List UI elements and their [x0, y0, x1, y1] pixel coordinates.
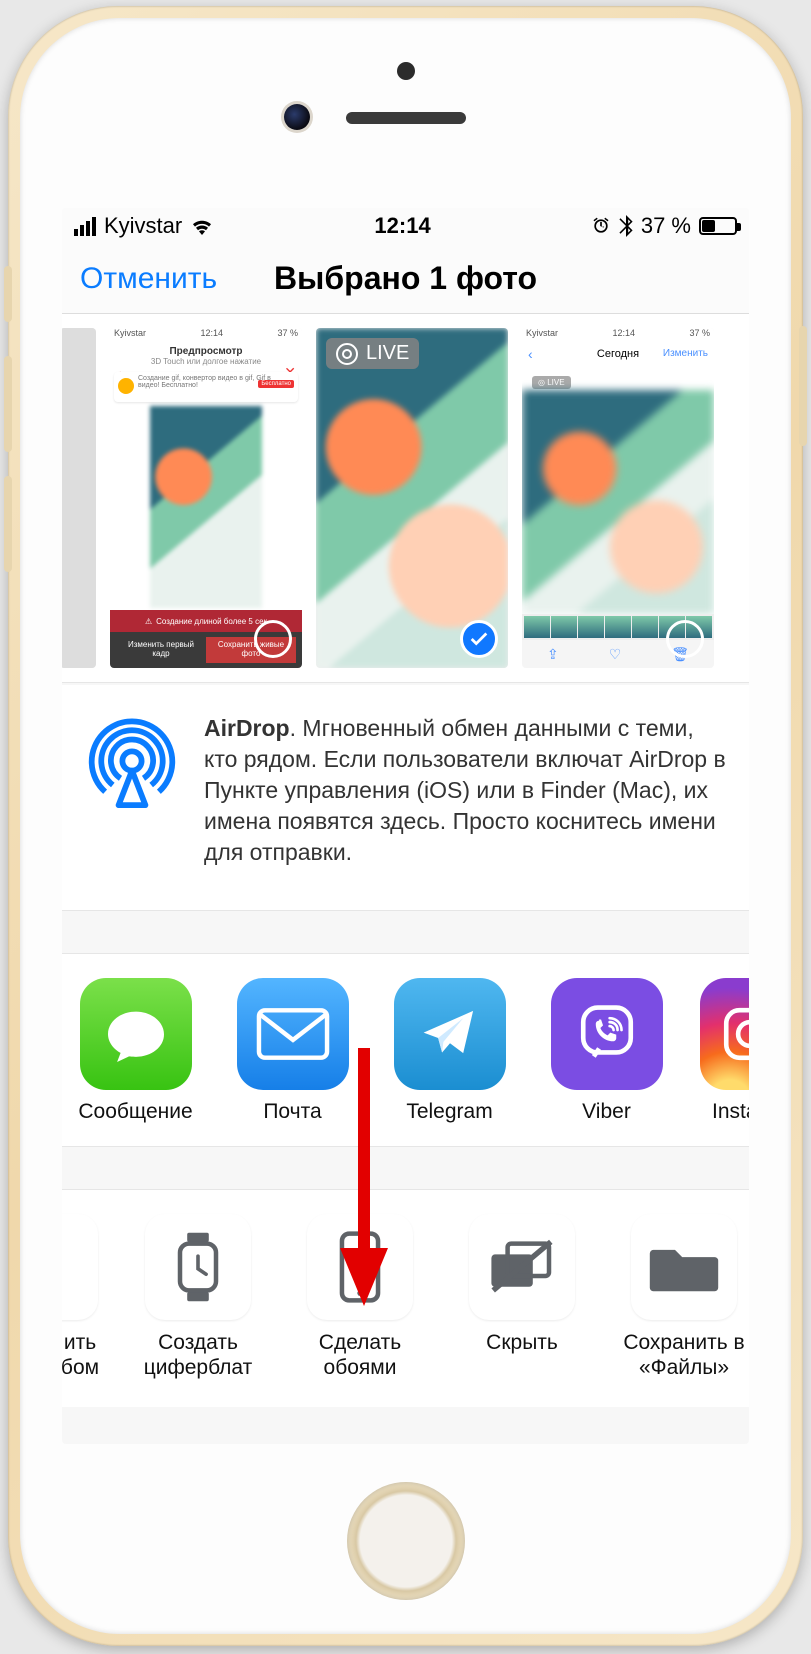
action-partial-left[interactable]: итьбом	[62, 1214, 106, 1380]
share-apps-row[interactable]: Сообщение Почта Telegram	[62, 953, 749, 1147]
app-label: Instagra	[700, 1100, 749, 1124]
mute-switch	[4, 266, 12, 322]
live-photo-badge: LIVE	[326, 338, 419, 369]
messages-icon	[80, 978, 192, 1090]
home-button[interactable]	[347, 1482, 465, 1600]
live-photo-icon	[336, 343, 358, 365]
mail-icon	[237, 978, 349, 1090]
action-label: Сделатьобоями	[290, 1330, 430, 1380]
photo-thumb-2-selected[interactable]: LIVE	[316, 328, 508, 668]
watch-icon	[145, 1214, 251, 1320]
share-app-telegram[interactable]: Telegram	[386, 978, 513, 1124]
status-bar: Kyivstar 12:14 37 %	[62, 208, 749, 244]
mini-live-badge: ◎ LIVE	[532, 376, 571, 389]
selection-circle-checked[interactable]	[460, 620, 498, 658]
power-button	[799, 326, 807, 446]
cell-signal-icon	[74, 217, 96, 236]
airdrop-icon	[84, 713, 180, 809]
phone-frame: Kyivstar 12:14 37 %	[8, 6, 803, 1646]
photo-thumb-partial[interactable]	[62, 328, 96, 668]
app-label: Сообщение	[72, 1100, 199, 1124]
action-label: итьбом	[62, 1330, 106, 1380]
instagram-icon	[700, 978, 749, 1090]
selection-circle[interactable]	[666, 620, 704, 658]
mini-carrier: Kyivstar	[114, 328, 146, 344]
action-label: Сохранить в«Файлы»	[614, 1330, 749, 1380]
photo-thumbnails-row[interactable]: Kyivstar 12:14 37 % Предпросмотр 3D Touc…	[62, 314, 749, 683]
cancel-button[interactable]: Отменить	[80, 262, 217, 296]
share-app-instagram[interactable]: Instagra	[700, 978, 749, 1124]
phone-bezel: Kyivstar 12:14 37 %	[20, 18, 791, 1634]
hide-icon	[469, 1214, 575, 1320]
mini-share-icon: ⇪	[547, 646, 559, 663]
share-app-messages[interactable]: Сообщение	[72, 978, 199, 1124]
mini-time: 12:14	[200, 328, 223, 344]
carrier-label: Kyivstar	[104, 213, 182, 239]
proximity-sensor	[397, 62, 415, 80]
photo-thumb-3[interactable]: Kyivstar 12:14 37 % ‹ Сегодня Изменить ◎…	[522, 328, 714, 668]
airdrop-section: AirDrop. Мгновенный обмен данными с теми…	[62, 685, 749, 911]
volume-up-button	[4, 356, 12, 452]
front-camera	[284, 104, 310, 130]
photo-thumb-1[interactable]: Kyivstar 12:14 37 % Предпросмотр 3D Touc…	[110, 328, 302, 668]
app-label: Viber	[543, 1100, 670, 1124]
actions-row[interactable]: итьбом Создатьциферблат Сд	[62, 1189, 749, 1406]
earpiece-speaker	[346, 112, 466, 124]
action-hide[interactable]: Скрыть	[452, 1214, 592, 1380]
viber-icon	[551, 978, 663, 1090]
share-app-viber[interactable]: Viber	[543, 978, 670, 1124]
share-app-mail[interactable]: Почта	[229, 978, 356, 1124]
mini-battery: 37 %	[277, 328, 298, 344]
mini-preview-sub: 3D Touch или долгое нажатие	[110, 357, 302, 366]
mini-edit-button: Изменить	[663, 348, 708, 359]
wifi-icon	[190, 217, 214, 235]
mini-heart-icon: ♡	[609, 646, 622, 663]
nav-bar: Отменить Выбрано 1 фото	[62, 244, 749, 314]
action-set-wallpaper[interactable]: Сделатьобоями	[290, 1214, 430, 1380]
airdrop-description: AirDrop. Мгновенный обмен данными с теми…	[204, 713, 727, 868]
mini-preview-title: Предпросмотр	[110, 346, 302, 357]
clock-label: 12:14	[374, 213, 430, 239]
battery-percent: 37 %	[641, 213, 691, 239]
action-label: Создатьциферблат	[128, 1330, 268, 1380]
app-label: Почта	[229, 1100, 356, 1124]
app-label: Telegram	[386, 1100, 513, 1124]
folder-icon	[631, 1214, 737, 1320]
selection-circle[interactable]	[254, 620, 292, 658]
action-label: Скрыть	[452, 1330, 592, 1380]
action-save-to-files[interactable]: Сохранить в«Файлы»	[614, 1214, 749, 1380]
action-create-watchface[interactable]: Создатьциферблат	[128, 1214, 268, 1380]
mini-wallpaper-preview	[150, 406, 262, 608]
screen: Kyivstar 12:14 37 %	[62, 208, 749, 1444]
phone-outline-icon	[307, 1214, 413, 1320]
bluetooth-icon	[619, 215, 633, 237]
volume-down-button	[4, 476, 12, 572]
alarm-icon	[591, 216, 611, 236]
battery-icon	[699, 217, 737, 235]
telegram-icon	[394, 978, 506, 1090]
mini-ad-banner: Создание gif, конвертор видео в gif, Gif…	[114, 372, 298, 402]
